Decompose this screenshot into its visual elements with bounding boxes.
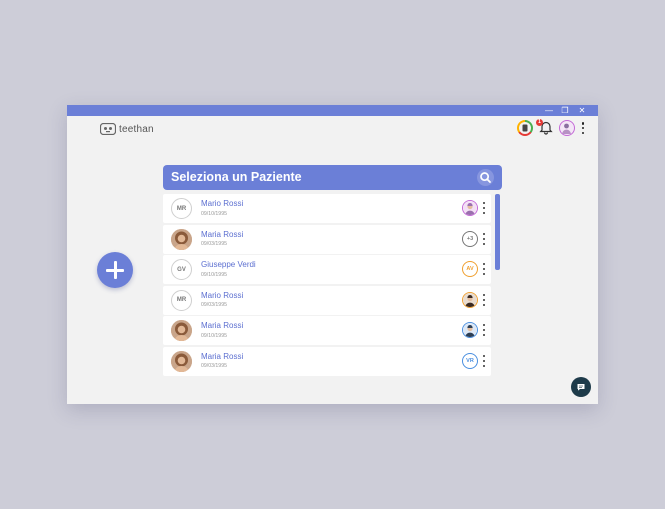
patient-birthdate: 09/03/1995 (201, 241, 227, 247)
app-menu-button[interactable] (580, 121, 586, 135)
user-photo-icon (562, 123, 571, 134)
patient-name[interactable]: Maria Rossi (201, 321, 243, 330)
patient-birthdate: 09/10/1995 (201, 271, 227, 278)
patient-row[interactable]: MR Mario Rossi 09/10/1995 (163, 194, 491, 223)
patient-name[interactable]: Mario Rossi (201, 199, 243, 208)
user-avatar[interactable] (559, 120, 575, 136)
chat-icon (577, 384, 585, 391)
app-logo: teethan (100, 122, 154, 136)
patient-name[interactable]: Maria Rossi (201, 230, 243, 239)
patient-birthdate: 09/03/1995 (201, 302, 227, 308)
row-menu-button[interactable] (481, 354, 487, 367)
chat-button[interactable] (571, 377, 591, 397)
patient-row[interactable]: Maria Rossi 09/03/1995 VR (163, 346, 491, 376)
notification-badge: 1 (536, 119, 543, 126)
patient-birthdate: 09/03/1995 (201, 363, 227, 369)
notifications-button[interactable]: 1 (536, 119, 554, 136)
search-button[interactable] (477, 169, 494, 186)
row-menu-button[interactable] (481, 263, 487, 275)
patient-list: MR Mario Rossi 09/10/1995 Maria Rossi 09/03/… (163, 194, 491, 376)
app-window: — ❐ ✕ teethan 1 Seleziona un Paziente MR… (67, 105, 598, 404)
list-scrollbar[interactable] (495, 194, 500, 270)
patient-name[interactable]: Maria Rossi (201, 352, 243, 361)
assigned-doctor-badge[interactable] (462, 322, 478, 338)
patient-birthdate: 09/10/1995 (201, 210, 227, 217)
row-menu-button[interactable] (481, 202, 487, 214)
add-patient-button[interactable] (97, 252, 133, 288)
patient-row[interactable]: GV Giuseppe Verdi 09/10/1995 AV (163, 255, 491, 284)
app-body: teethan 1 Seleziona un Paziente MR Mario… (67, 116, 598, 404)
patient-name[interactable]: Giuseppe Verdi (201, 260, 256, 269)
logo-text: teethan (119, 123, 154, 135)
patient-avatar (171, 320, 192, 341)
page-title: Seleziona un Paziente (171, 170, 302, 184)
tooth-logo-icon (100, 123, 116, 135)
restore-button[interactable]: ❐ (558, 105, 572, 116)
patient-birthdate: 09/10/1995 (201, 332, 227, 339)
assigned-doctor-badge[interactable]: +3 (462, 230, 478, 247)
row-menu-button[interactable] (481, 232, 487, 245)
patient-avatar (171, 228, 192, 250)
device-icon (522, 124, 528, 132)
top-toolbar: 1 (517, 119, 586, 136)
patient-avatar (171, 350, 192, 372)
patient-row[interactable]: Maria Rossi 09/03/1995 +3 (163, 224, 491, 254)
patient-avatar: MR (171, 198, 192, 219)
row-menu-button[interactable] (481, 324, 487, 336)
row-menu-button[interactable] (481, 293, 487, 306)
assigned-doctor-badge[interactable]: AV (462, 261, 478, 277)
assigned-doctor-badge[interactable] (462, 291, 478, 308)
minimize-button[interactable]: — (542, 105, 556, 116)
patient-panel-header: Seleziona un Paziente (163, 165, 502, 190)
device-status-button[interactable] (517, 120, 533, 136)
patient-avatar: GV (171, 259, 192, 280)
assigned-doctor-badge[interactable] (462, 200, 478, 216)
patient-row[interactable]: MR Mario Rossi 09/03/1995 (163, 285, 491, 315)
search-icon (480, 172, 491, 183)
assigned-doctor-badge[interactable]: VR (462, 352, 478, 369)
patient-row[interactable]: Maria Rossi 09/10/1995 (163, 316, 491, 345)
patient-avatar: MR (171, 289, 192, 311)
close-button[interactable]: ✕ (575, 105, 589, 116)
title-bar: — ❐ ✕ (67, 105, 598, 116)
patient-name[interactable]: Mario Rossi (201, 291, 243, 300)
